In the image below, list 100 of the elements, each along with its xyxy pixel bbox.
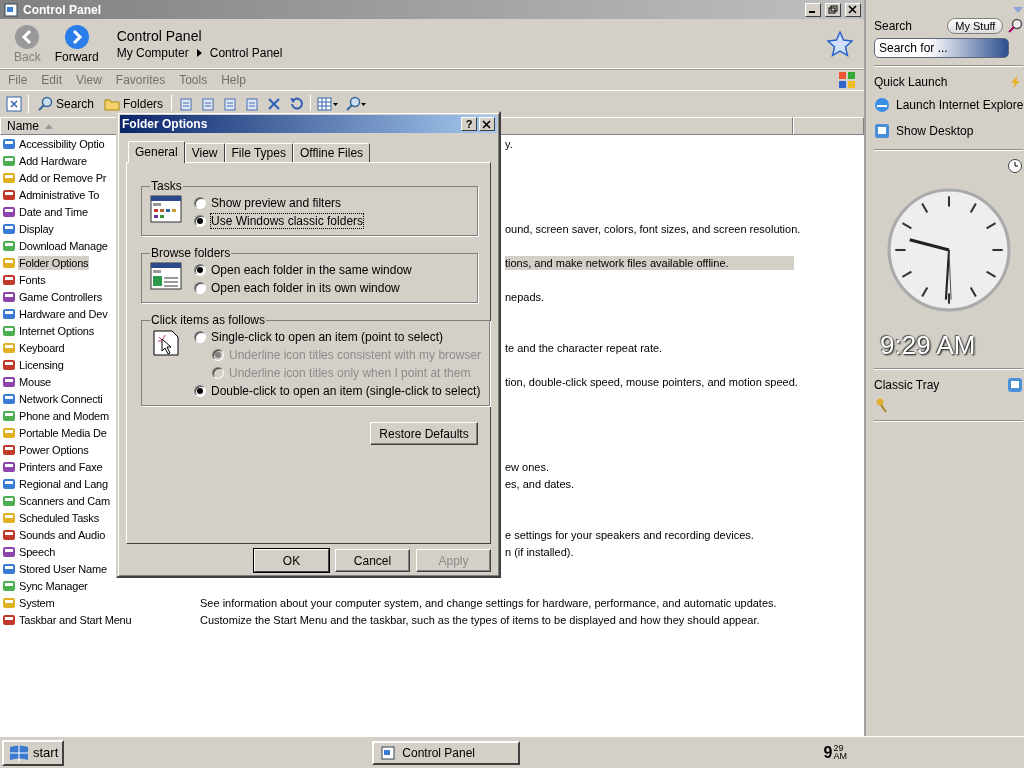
scope-button[interactable]: My Stuff <box>947 18 1004 34</box>
item-name[interactable]: Add or Remove Pr <box>18 170 108 185</box>
tab[interactable]: General <box>128 141 185 163</box>
breadcrumb-arrow-icon <box>196 48 202 57</box>
radio-button[interactable] <box>194 215 206 227</box>
tab[interactable]: View <box>184 143 225 162</box>
option-label[interactable]: Open each folder in the same window <box>211 263 412 277</box>
folders-button[interactable]: Folders <box>102 96 166 112</box>
tab[interactable]: Offline Files <box>292 143 371 162</box>
option-label[interactable]: Use Windows classic folders <box>211 214 364 228</box>
item-description: Customize the Start Menu and the taskbar, such as the types of items to be displayed and how they should appear. <box>199 612 761 627</box>
clock-minutes: 29 <box>833 743 845 752</box>
item-name[interactable]: Download Manage <box>18 238 109 253</box>
control-panel-icon <box>3 1 19 18</box>
clock-period: AM <box>833 751 847 760</box>
item-name[interactable]: Phone and Modem <box>18 408 110 423</box>
item-name[interactable]: Portable Media De <box>18 425 108 440</box>
clock-icon <box>1007 158 1024 174</box>
radio-button[interactable] <box>194 385 206 397</box>
taskbar-button[interactable]: Control Panel <box>372 740 521 765</box>
quick-launch-item[interactable]: Launch Internet Explore <box>874 94 1024 116</box>
file-operation-icon <box>200 96 217 112</box>
clock-hour: 9 <box>823 743 833 762</box>
group-title: Tasks <box>150 179 183 193</box>
item-description: ew ones. <box>505 459 551 474</box>
control-panel-icon <box>380 744 397 761</box>
item-name[interactable]: Network Connecti <box>18 391 104 406</box>
item-name[interactable]: Taskbar and Start Menu <box>18 612 133 627</box>
column-header[interactable] <box>793 117 864 135</box>
dialog-button[interactable]: Cancel <box>335 549 410 572</box>
folder-icon <box>104 96 121 112</box>
clock-time: 9:29 AM <box>879 330 977 361</box>
radio-button[interactable] <box>194 197 206 209</box>
item-name[interactable]: Scheduled Tasks <box>18 510 100 525</box>
section-title: Quick Launch <box>874 75 948 89</box>
close-button[interactable] <box>845 2 861 17</box>
tray-icon <box>1007 377 1024 393</box>
breadcrumb-link[interactable]: My Computer <box>116 45 189 60</box>
radio-button[interactable] <box>194 264 206 276</box>
item-name[interactable]: Mouse <box>18 374 53 389</box>
item-description: See information about your computer system, and change settings for hardware, performance, and automatic updates. <box>199 595 778 610</box>
item-name[interactable]: Power Options <box>18 442 90 457</box>
restore-button[interactable] <box>825 2 841 17</box>
item-description: e settings for your speakers and recording devices. <box>505 527 755 542</box>
close-button[interactable] <box>479 117 495 131</box>
search-button[interactable]: Search <box>35 96 97 112</box>
option-label[interactable]: Double-click to open an item (single-click to select) <box>211 384 481 398</box>
close-icon <box>848 5 858 14</box>
minimize-button[interactable] <box>805 2 821 17</box>
item-description: n (if installed). <box>505 544 575 559</box>
item-name[interactable]: Regional and Lang <box>18 476 109 491</box>
item-name[interactable]: Folder Options <box>18 255 90 270</box>
radio-button[interactable] <box>194 282 206 294</box>
breadcrumb-link[interactable]: Control Panel <box>209 45 283 60</box>
window-title: Control Panel <box>23 2 102 17</box>
item-description: tion, double-click speed, mouse pointers, and motion speed. <box>505 374 798 389</box>
restore-defaults-button[interactable]: Restore Defaults <box>370 422 478 445</box>
folder-window-picture <box>150 195 182 223</box>
dialog-button[interactable]: OK <box>254 549 329 572</box>
radio-button[interactable] <box>194 331 206 343</box>
search-field[interactable]: Search for ... <box>874 38 1009 58</box>
search-icon <box>345 96 368 112</box>
forward-button[interactable]: Forward <box>50 23 103 64</box>
item-name[interactable]: Internet Options <box>18 323 96 338</box>
item-name[interactable]: Accessibility Optio <box>18 136 106 151</box>
item-name[interactable]: Hardware and Dev <box>18 306 109 321</box>
help-button[interactable]: ? <box>461 117 477 131</box>
sort-arrow-icon <box>45 123 53 129</box>
item-name[interactable]: Display <box>18 221 55 236</box>
item-name[interactable]: Printers and Faxe <box>18 459 104 474</box>
option-label[interactable]: Show preview and filters <box>211 196 342 210</box>
item-name[interactable]: Administrative To <box>18 187 101 202</box>
close-icon <box>482 119 492 129</box>
item-name[interactable]: Keyboard <box>18 340 66 355</box>
item-name[interactable]: Sync Manager <box>18 578 89 593</box>
windows-logo-icon <box>8 742 30 763</box>
item-name[interactable]: Sounds and Audio <box>18 527 107 542</box>
delete-icon <box>266 96 283 112</box>
item-name[interactable]: Game Controllers <box>18 289 103 304</box>
item-description: ound, screen saver, colors, font sizes, and screen resolution. <box>505 221 801 236</box>
quick-launch-item[interactable]: Show Desktop <box>874 120 1024 142</box>
file-operation-icon <box>178 96 195 112</box>
option-label[interactable]: Open each folder in its own window <box>211 281 400 295</box>
keys-icon <box>874 397 890 413</box>
location-title: Control Panel <box>116 27 203 44</box>
item-name[interactable]: Fonts <box>18 272 47 287</box>
item-name[interactable]: Scanners and Cam <box>18 493 111 508</box>
item-name[interactable]: Date and Time <box>18 204 89 219</box>
option-label[interactable]: Single-click to open an item (point to select) <box>211 330 444 344</box>
group-title: Browse folders <box>150 246 232 260</box>
search-icon <box>37 96 53 112</box>
undo-icon <box>288 96 305 112</box>
item-name[interactable]: Speech <box>18 544 57 559</box>
item-name[interactable]: Licensing <box>18 357 65 372</box>
start-button[interactable]: start <box>2 739 65 766</box>
item-name[interactable]: Add Hardware <box>18 153 88 168</box>
tab[interactable]: File Types <box>224 143 293 162</box>
search-icon <box>1007 18 1024 34</box>
item-name[interactable]: Stored User Name <box>18 561 108 576</box>
item-name[interactable]: System <box>18 595 56 610</box>
